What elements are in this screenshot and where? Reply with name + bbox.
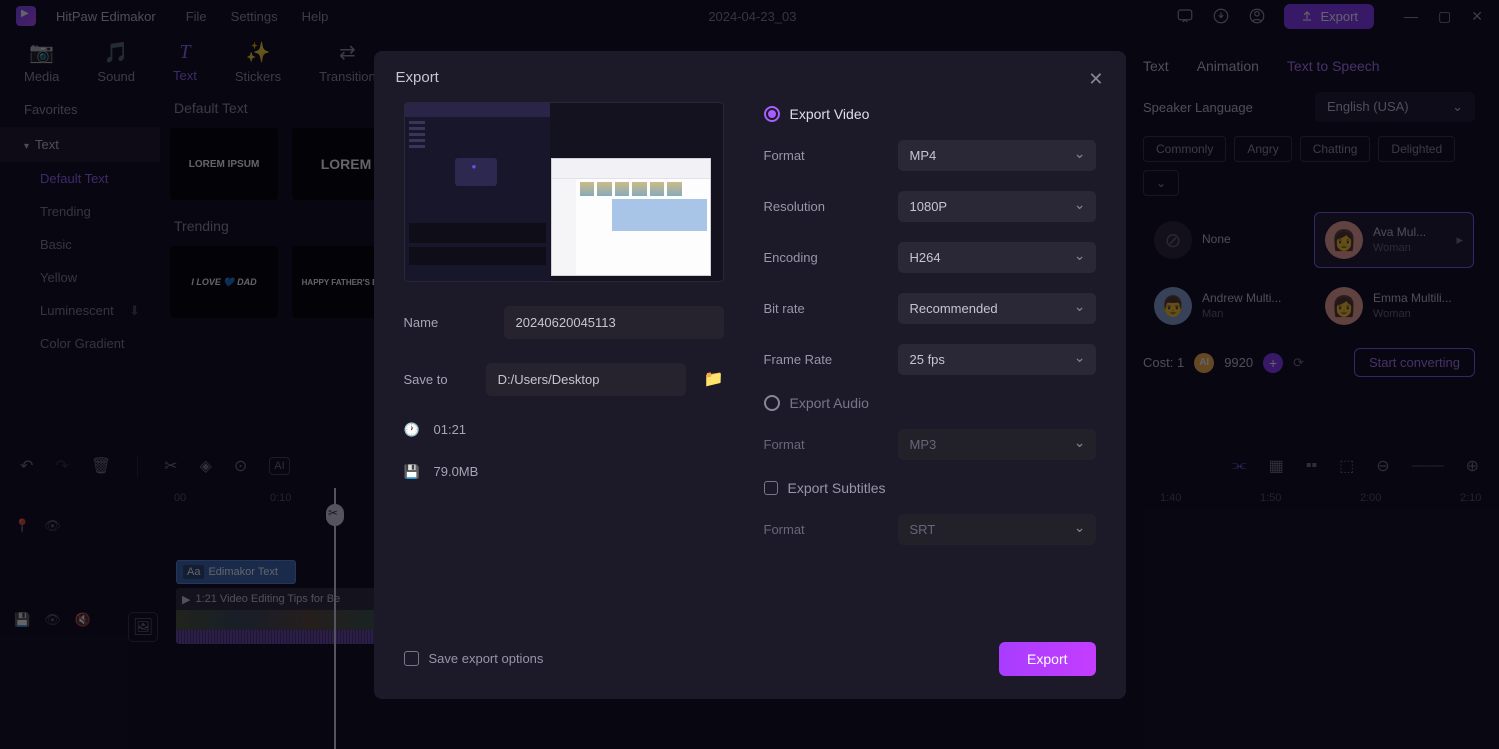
export-confirm-button[interactable]: Export	[999, 642, 1095, 676]
dialog-title: Export	[396, 69, 439, 90]
save-export-options-checkbox[interactable]: Save export options	[404, 651, 544, 666]
size-value: 79.0MB	[434, 464, 479, 479]
checkbox-icon	[764, 481, 778, 495]
subtitle-format-select: SRT	[898, 514, 1096, 545]
audio-format-select: MP3	[898, 429, 1096, 460]
framerate-select[interactable]: 25 fps	[898, 344, 1096, 375]
folder-icon[interactable]: 📁	[704, 369, 724, 389]
audio-format-label: Format	[764, 437, 805, 452]
name-label: Name	[404, 315, 486, 330]
checkbox-icon	[404, 651, 419, 666]
name-input[interactable]	[504, 306, 724, 339]
subtitle-format-label: Format	[764, 522, 805, 537]
save-to-label: Save to	[404, 372, 468, 387]
duration-value: 01:21	[434, 422, 467, 437]
save-to-input[interactable]	[486, 363, 686, 396]
bitrate-label: Bit rate	[764, 301, 805, 316]
resolution-select[interactable]: 1080P	[898, 191, 1096, 222]
radio-on-icon	[764, 106, 780, 122]
export-dialog: Export ✕	[374, 51, 1126, 699]
bitrate-select[interactable]: Recommended	[898, 293, 1096, 324]
export-video-radio[interactable]: Export Video	[764, 106, 1096, 122]
encoding-select[interactable]: H264	[898, 242, 1096, 273]
encoding-label: Encoding	[764, 250, 818, 265]
export-subtitles-checkbox[interactable]: Export Subtitles	[764, 480, 1096, 496]
resolution-label: Resolution	[764, 199, 825, 214]
disk-icon: 💾	[404, 464, 420, 480]
clock-icon: 🕐	[404, 422, 420, 438]
close-icon[interactable]: ✕	[1088, 69, 1103, 90]
modal-overlay: Export ✕	[0, 0, 1499, 749]
export-audio-radio[interactable]: Export Audio	[764, 395, 1096, 411]
export-preview	[404, 102, 724, 282]
radio-off-icon	[764, 395, 780, 411]
format-select[interactable]: MP4	[898, 140, 1096, 171]
framerate-label: Frame Rate	[764, 352, 833, 367]
format-label: Format	[764, 148, 805, 163]
